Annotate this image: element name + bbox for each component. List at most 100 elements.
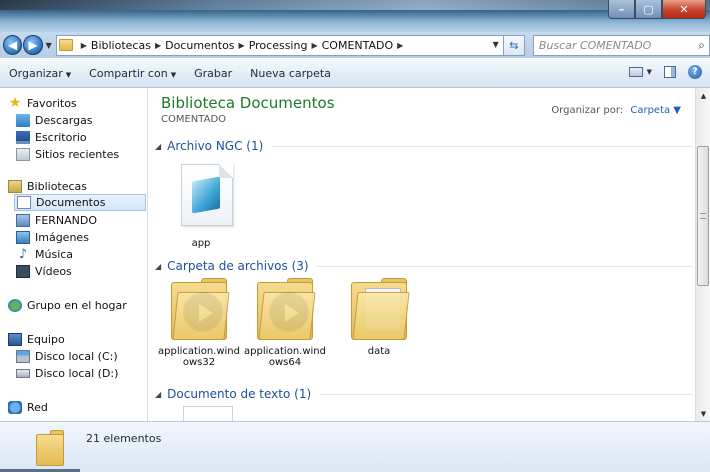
computer-icon	[8, 333, 22, 346]
title-bar-glow	[0, 0, 710, 10]
folder-icon	[171, 278, 233, 342]
search-placeholder: Buscar COMENTADO	[538, 38, 652, 52]
preview-pane-icon[interactable]	[664, 66, 676, 78]
group-divider	[316, 265, 693, 267]
videos-icon	[16, 265, 30, 278]
music-note-icon: ♪	[18, 247, 28, 262]
folder-item-application-windows32[interactable]: application.wind ows32	[155, 278, 243, 378]
breadcrumb-separator[interactable]: ▶	[239, 41, 245, 50]
folder-icon	[257, 278, 319, 342]
downloads-icon	[16, 114, 30, 127]
sidebar-item-label: Escritorio	[35, 131, 87, 144]
organize-menu[interactable]: Organizar ▼	[0, 67, 80, 80]
view-options-chevron-icon[interactable]: ▼	[647, 68, 652, 76]
help-icon[interactable]: ?	[688, 65, 702, 79]
scroll-down-button[interactable]: ▼	[696, 406, 710, 421]
address-dropdown-icon[interactable]: ▼	[493, 40, 499, 49]
collapse-triangle-icon[interactable]: ◢	[155, 142, 161, 151]
library-folder-icon	[16, 214, 30, 227]
thumb-grip	[700, 213, 706, 219]
star-icon: ★	[8, 95, 22, 111]
hard-drive-icon	[16, 369, 30, 378]
new-folder-button[interactable]: Nueva carpeta	[241, 67, 340, 80]
breadcrumb-documentos[interactable]: Documentos	[165, 39, 234, 52]
breadcrumb-processing[interactable]: Processing	[249, 39, 308, 52]
group-header-carpeta-archivos[interactable]: ◢ Carpeta de archivos (3)	[155, 258, 693, 274]
sidebar-item-label: Imágenes	[35, 231, 89, 244]
collapse-triangle-icon[interactable]: ◢	[155, 390, 161, 399]
breadcrumb-comentado[interactable]: COMENTADO	[322, 39, 394, 52]
share-label: Compartir con	[89, 66, 168, 80]
libraries-icon	[8, 180, 22, 193]
sidebar-item-label: Descargas	[35, 114, 93, 127]
sidebar-item-escritorio[interactable]: Escritorio	[16, 129, 147, 146]
share-menu[interactable]: Compartir con ▼	[80, 67, 185, 80]
scrollbar-thumb[interactable]	[697, 146, 709, 286]
arrange-by-dropdown[interactable]: Carpeta ▼	[630, 105, 681, 116]
sidebar-item-label: Favoritos	[27, 97, 77, 110]
group-divider	[271, 145, 693, 147]
change-view-icon[interactable]	[628, 67, 643, 77]
maximize-button[interactable]: ▢	[635, 0, 662, 19]
sidebar-item-disco-c[interactable]: Disco local (C:)	[16, 348, 147, 365]
burn-button[interactable]: Grabar	[185, 67, 241, 80]
sidebar-item-fernando[interactable]: FERNANDO	[16, 212, 147, 229]
sidebar-item-videos[interactable]: Vídeos	[16, 263, 147, 280]
sidebar-item-musica[interactable]: ♪ Música	[16, 246, 147, 263]
text-document-icon	[183, 406, 233, 421]
scroll-up-button[interactable]: ▲	[696, 88, 710, 103]
arrange-by-value: Carpeta	[630, 105, 671, 116]
search-input[interactable]: Buscar COMENTADO ⌕	[532, 34, 710, 56]
recent-places-icon	[16, 148, 30, 161]
chevron-down-icon: ▼	[170, 70, 177, 79]
network-icon	[8, 401, 22, 414]
breadcrumb-bibliotecas[interactable]: Bibliotecas	[91, 39, 151, 52]
group-header-archivo-ngc[interactable]: ◢ Archivo NGC (1)	[155, 138, 693, 154]
group-divider	[319, 393, 693, 395]
sidebar-item-grupo-hogar[interactable]: Grupo en el hogar	[8, 297, 147, 314]
back-button[interactable]: ◀	[3, 35, 23, 55]
search-icon[interactable]: ⌕	[698, 38, 705, 53]
file-item-text-document[interactable]	[157, 406, 245, 421]
sidebar-item-equipo[interactable]: Equipo	[8, 331, 147, 348]
recent-pages-dropdown[interactable]: ▼	[46, 41, 52, 50]
folder-front	[172, 292, 230, 340]
organize-label: Organizar	[9, 66, 63, 80]
sidebar-item-sitios-recientes[interactable]: Sitios recientes	[16, 146, 147, 163]
pictures-icon	[16, 231, 30, 244]
sidebar-item-bibliotecas[interactable]: Bibliotecas	[8, 178, 147, 195]
title-bar: – ▢ ✕	[0, 0, 710, 32]
folder-name: data	[367, 346, 391, 357]
sidebar-item-label: Disco local (D:)	[35, 367, 119, 380]
breadcrumb-separator[interactable]: ▶	[397, 41, 403, 50]
sidebar-item-disco-d[interactable]: Disco local (D:)	[16, 365, 147, 382]
close-button[interactable]: ✕	[662, 0, 706, 19]
file-name: app	[191, 238, 211, 249]
breadcrumb-separator[interactable]: ▶	[311, 41, 317, 50]
minimize-button[interactable]: –	[608, 0, 635, 19]
sidebar-item-descargas[interactable]: Descargas	[16, 112, 147, 129]
address-bar[interactable]: ▶ Bibliotecas ▶ Documentos ▶ Processing …	[55, 34, 504, 56]
folder-name: application.wind ows32	[158, 346, 240, 368]
file-list-pane: Biblioteca Documentos COMENTADO Organiza…	[149, 88, 695, 421]
file-item-app[interactable]: app	[157, 164, 245, 258]
ngc-file-icon	[181, 164, 233, 226]
sidebar-item-red[interactable]: Red	[8, 399, 147, 416]
sidebar-item-favorites[interactable]: ★ Favoritos	[8, 95, 147, 112]
library-subtitle: COMENTADO	[161, 114, 227, 125]
vertical-scrollbar[interactable]: ▲ ▼	[695, 88, 710, 421]
breadcrumb-separator[interactable]: ▶	[155, 41, 161, 50]
sidebar-item-label: Disco local (C:)	[35, 350, 118, 363]
window-controls: – ▢ ✕	[608, 0, 706, 20]
refresh-button[interactable]: ⇆	[503, 34, 525, 56]
collapse-triangle-icon[interactable]: ◢	[155, 262, 161, 271]
forward-button[interactable]: ▶	[23, 35, 43, 55]
group-header-documento-texto[interactable]: ◢ Documento de texto (1)	[155, 386, 693, 402]
chevron-down-icon: ▼	[65, 70, 72, 79]
arrange-by-label: Organizar por:	[551, 105, 624, 116]
sidebar-item-imagenes[interactable]: Imágenes	[16, 229, 147, 246]
folder-item-application-windows64[interactable]: application.wind ows64	[241, 278, 329, 378]
breadcrumb-separator[interactable]: ▶	[81, 41, 87, 50]
folder-item-data[interactable]: data	[335, 278, 423, 378]
sidebar-item-documentos[interactable]: Documentos	[14, 194, 146, 211]
